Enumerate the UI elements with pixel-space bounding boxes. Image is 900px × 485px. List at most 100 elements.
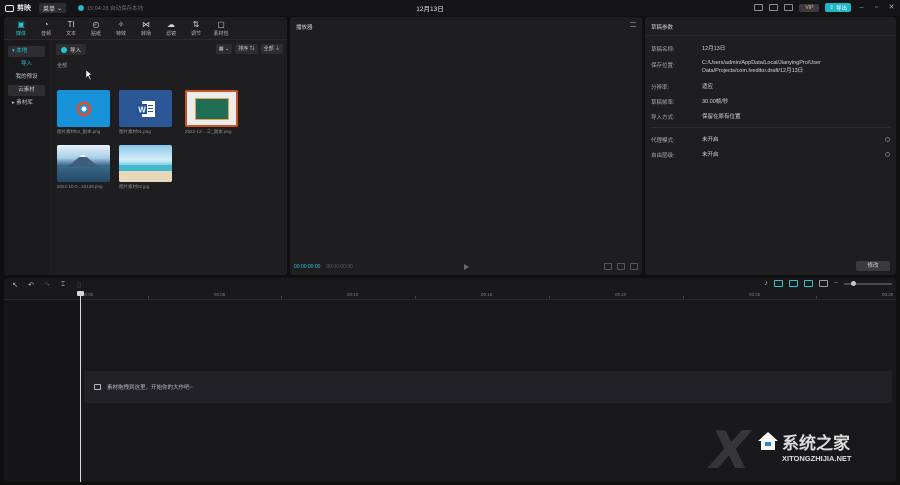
sticker-icon: ◴	[92, 20, 100, 29]
modify-button[interactable]: 修改	[856, 261, 890, 271]
transition-icon: ⋈	[142, 20, 150, 29]
export-label: 导出	[835, 5, 847, 12]
close-icon[interactable]: ✕	[887, 3, 896, 12]
tick-mark	[415, 296, 416, 299]
tab-transitions[interactable]: ⋈ 转场	[135, 20, 157, 39]
panel-title: 草稿参数	[651, 25, 674, 31]
vip-badge[interactable]: VIP	[799, 3, 820, 12]
media-panel: ▣ 媒体 ◔ 音频 TI 文本 ◴ 贴纸 ✧ 特效 ⋈ 转场 ☁ 滤镜 ⇅ 调节 ▢ 素材包 ▾ …	[4, 17, 287, 275]
media-label: 图片素材02.jpg	[119, 184, 150, 189]
total-timecode: 00:00:00:00	[326, 264, 353, 270]
media-thumbnail[interactable]	[57, 145, 110, 182]
watermark-title: 系统之家	[782, 434, 850, 453]
menu-icon[interactable]	[630, 22, 636, 27]
title-bar: 剪映 菜单 ⌄ 15:04:28 自动保存本地 12月13日 VIP ⇪ 导出 …	[0, 0, 900, 16]
crop-icon[interactable]	[604, 263, 612, 270]
panel-icon[interactable]	[784, 4, 794, 11]
align-icon[interactable]	[818, 280, 828, 287]
minimize-icon[interactable]: –	[857, 3, 866, 12]
link-icon[interactable]	[788, 280, 798, 287]
tab-text[interactable]: TI 文本	[60, 20, 82, 39]
export-button[interactable]: ⇪ 导出	[825, 3, 851, 12]
prop-label: 保存位置:	[651, 63, 675, 69]
sidebar-item-library[interactable]: ▸ 素材库	[8, 98, 45, 109]
tab-label: 素材包	[213, 31, 229, 37]
tick-label: 00:30	[882, 292, 894, 297]
tick-label: 00:25	[749, 292, 761, 297]
tab-media[interactable]: ▣ 媒体	[10, 20, 32, 39]
text-icon: TI	[67, 20, 75, 29]
sidebar-item-local[interactable]: ▾ 本地	[8, 46, 45, 57]
fullscreen-icon[interactable]	[630, 263, 638, 270]
import-button[interactable]: 导入	[56, 44, 87, 55]
prop-value: 12月13日	[702, 46, 726, 52]
app-logo-icon	[76, 101, 91, 116]
tab-packs[interactable]: ▢ 素材包	[210, 20, 232, 39]
ratio-icon[interactable]	[617, 263, 625, 270]
tab-audio[interactable]: ◔ 音频	[35, 20, 57, 39]
sort-button[interactable]: 排序 ⇅	[235, 44, 258, 54]
preview-axis-icon[interactable]	[803, 280, 813, 287]
sidebar-item-presets[interactable]: 我的预设	[8, 72, 45, 83]
magnet-icon[interactable]	[773, 280, 783, 287]
zoom-out-icon[interactable]: −	[834, 280, 838, 287]
playhead-handle[interactable]	[77, 291, 84, 296]
draft-properties-panel: 草稿参数 草稿名称: 12月13日 保存位置: C:/Users/admin/A…	[645, 17, 896, 275]
effects-icon: ✧	[117, 20, 125, 29]
tab-effects[interactable]: ✧ 特效	[110, 20, 132, 39]
maximize-icon[interactable]: ▫	[872, 3, 881, 12]
layout-icon[interactable]	[769, 4, 779, 11]
tab-label: 转场	[140, 31, 151, 37]
tick-label: 00:20	[615, 292, 627, 297]
redo-icon[interactable]: ↷	[42, 281, 52, 289]
mountain-image	[67, 154, 99, 167]
media-thumbnail[interactable]: W	[119, 90, 172, 127]
tick-mark	[281, 296, 282, 299]
prop-label: 自由层级:	[651, 153, 675, 159]
tick-label: 00:15	[481, 292, 493, 297]
watermark-x-logo: X	[710, 421, 751, 481]
play-icon[interactable]	[464, 264, 469, 270]
main-track[interactable]: 素材拖拽到这里，开始你的大作吧~	[84, 371, 892, 403]
tab-sticker[interactable]: ◴ 贴纸	[85, 20, 107, 39]
import-label: 导入	[70, 47, 82, 54]
view-mode-button[interactable]: ▦ ⌄	[215, 44, 233, 54]
sidebar-item-import[interactable]: 导入	[8, 59, 45, 70]
media-label: 2022-10-0...33128.png	[57, 184, 103, 189]
watermark-url: XITONGZHIJIA.NET	[782, 454, 852, 463]
chalkboard-image	[194, 97, 229, 120]
playhead[interactable]	[80, 291, 81, 482]
mouse-cursor-icon	[86, 70, 93, 80]
media-thumbnail[interactable]	[57, 90, 110, 127]
slider-knob[interactable]	[851, 280, 856, 286]
prop-label: 草稿名称:	[651, 47, 675, 53]
current-timecode: 00:00:00:00	[294, 264, 321, 270]
export-icon: ⇪	[829, 4, 834, 11]
media-thumbnail[interactable]	[119, 145, 172, 182]
tab-label: 媒体	[15, 31, 26, 37]
prop-value: 未开启	[702, 137, 719, 143]
prop-value: 30.00帧/秒	[702, 99, 729, 105]
tab-label: 文本	[65, 31, 76, 37]
undo-icon[interactable]: ↶	[26, 281, 36, 289]
delete-icon[interactable]: ▯	[74, 281, 84, 289]
section-label: 全部	[57, 63, 68, 69]
media-thumbnail[interactable]	[185, 90, 238, 127]
tab-filters[interactable]: ☁ 滤镜	[160, 20, 182, 39]
tab-adjust[interactable]: ⇅ 调节	[185, 20, 207, 39]
select-cursor-icon[interactable]: ↖	[10, 281, 20, 289]
split-icon[interactable]: ⌶	[58, 281, 68, 289]
info-icon[interactable]	[885, 152, 890, 157]
pack-icon: ▢	[217, 20, 225, 29]
filter-icon: ☁	[167, 20, 175, 29]
time-ruler[interactable]: 00:00 00:05 00:10 00:15 00:20 00:25 00:3…	[4, 291, 896, 300]
sidebar-item-cloud[interactable]: 云素材	[8, 85, 45, 96]
shortcut-icon[interactable]	[754, 4, 764, 11]
tick-label: 00:05	[214, 292, 226, 297]
tab-label: 滤镜	[165, 31, 176, 37]
zoom-slider[interactable]	[844, 280, 892, 286]
tab-label: 音频	[40, 31, 51, 37]
filter-button[interactable]: 全部 ⏚	[260, 44, 283, 54]
info-icon[interactable]	[885, 137, 890, 142]
microphone-icon[interactable]: ♪	[764, 280, 768, 287]
